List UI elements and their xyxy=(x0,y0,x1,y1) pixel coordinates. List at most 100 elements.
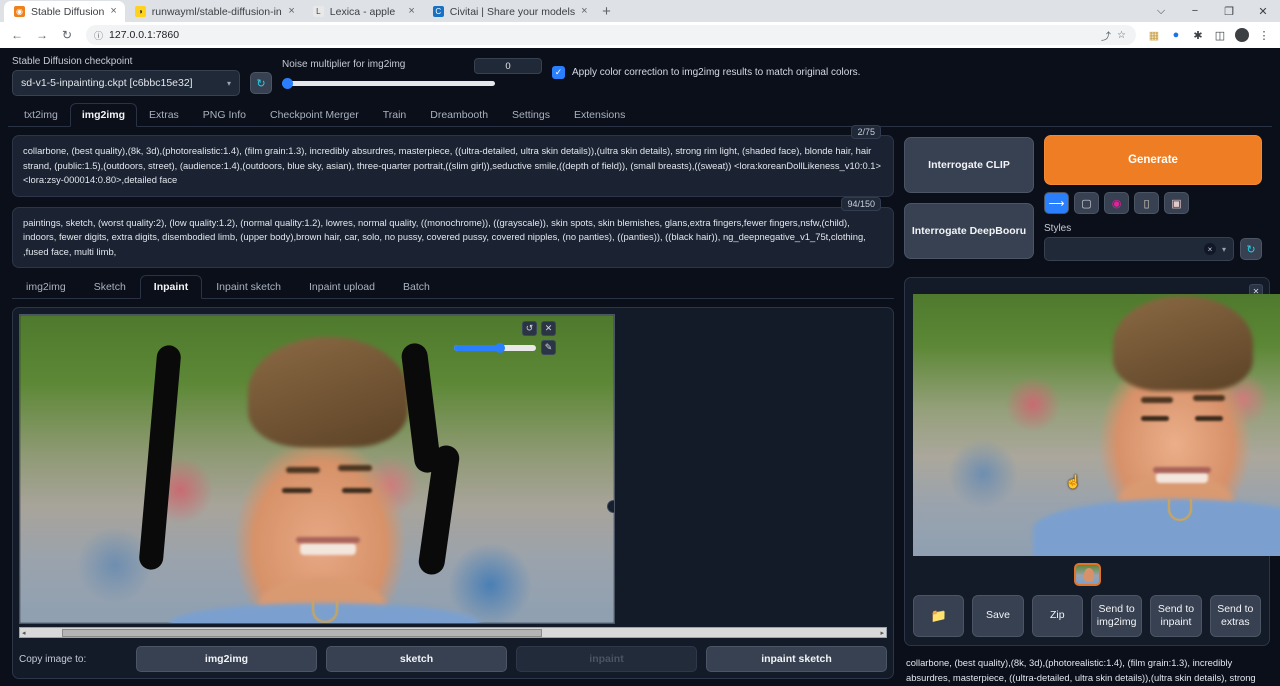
sidepanel-icon[interactable]: ◫ xyxy=(1210,25,1230,45)
scrollbar-thumb[interactable] xyxy=(62,629,542,637)
subtab-batch[interactable]: Batch xyxy=(389,275,444,299)
scroll-left-icon[interactable]: ◂ xyxy=(22,629,26,637)
prompt-tool-icons: ⟶ ▢ ◉ ▯ ▣ xyxy=(1044,192,1262,214)
noise-multiplier-label: Noise multiplier for img2img xyxy=(282,59,405,70)
scroll-right-icon[interactable]: ▸ xyxy=(880,629,884,637)
subtab-img2img[interactable]: img2img xyxy=(12,275,80,299)
clipboard-icon[interactable]: ▯ xyxy=(1134,192,1159,214)
color-correction-checkbox[interactable]: ✓ xyxy=(552,66,565,79)
tab-extensions[interactable]: Extensions xyxy=(562,103,637,127)
result-thumbnail[interactable] xyxy=(1074,563,1101,586)
result-prompt-text: collarbone, (best quality),(8k, 3d),(pho… xyxy=(904,655,1270,686)
tab-checkpoint-merger[interactable]: Checkpoint Merger xyxy=(258,103,371,127)
styles-select[interactable]: × ▾ xyxy=(1044,237,1234,261)
tab-settings[interactable]: Settings xyxy=(500,103,562,127)
close-window-button[interactable]: ✕ xyxy=(1246,5,1280,18)
clear-styles-icon[interactable]: × xyxy=(1204,243,1216,255)
save-style-icon[interactable]: ▣ xyxy=(1164,192,1189,214)
copy-image-to-label: Copy image to: xyxy=(19,654,127,665)
paste-arrow-icon[interactable]: ⟶ xyxy=(1044,192,1069,214)
canvas-horizontal-scrollbar[interactable]: ◂ ▸ xyxy=(19,627,887,638)
share-icon[interactable]: ⤴ xyxy=(1099,28,1113,43)
chevron-down-icon[interactable]: ▾ xyxy=(227,79,231,88)
negative-prompt-box[interactable]: 94/150 paintings, sketch, (worst quality… xyxy=(12,207,894,269)
media-icon[interactable]: ▦ xyxy=(1144,25,1164,45)
undo-icon[interactable]: ↺ xyxy=(522,321,537,336)
lexica-favicon: L xyxy=(313,6,324,17)
send-to-inpaint-button[interactable]: Send to inpaint xyxy=(1150,595,1201,637)
inpaint-canvas-panel: ↺ ✕ ✎ ◂ ▸ xyxy=(12,307,894,679)
subtab-inpaint-upload[interactable]: Inpaint upload xyxy=(295,275,389,299)
minimize-button[interactable]: − xyxy=(1178,5,1212,17)
maximize-button[interactable]: ❐ xyxy=(1212,5,1246,18)
profile-sync-icon[interactable]: ● xyxy=(1166,25,1186,45)
new-tab-button[interactable]: + xyxy=(596,1,618,22)
copy-to-sketch-button[interactable]: sketch xyxy=(326,646,507,672)
subtab-sketch[interactable]: Sketch xyxy=(80,275,140,299)
browser-toolbar: ← → ↻ ⓘ 127.0.0.1:7860 ⤴ ☆ ▦ ● ✱ ◫ ⋮ xyxy=(0,22,1280,48)
color-correction-checkbox-row[interactable]: ✓ Apply color correction to img2img resu… xyxy=(552,56,860,80)
tab-dreambooth[interactable]: Dreambooth xyxy=(418,103,500,127)
tab-title: Stable Diffusion xyxy=(31,6,104,18)
negative-prompt-input[interactable]: paintings, sketch, (worst quality:2), (l… xyxy=(23,216,883,260)
refresh-styles-button[interactable]: ↻ xyxy=(1240,238,1262,260)
avatar[interactable] xyxy=(1232,25,1252,45)
browser-tab-civitai[interactable]: C Civitai | Share your models × xyxy=(423,1,596,22)
open-folder-button[interactable]: 📁 xyxy=(913,595,964,637)
bookmark-star-icon[interactable]: ☆ xyxy=(1115,30,1128,41)
refresh-checkpoints-button[interactable]: ↻ xyxy=(250,72,272,94)
send-to-img2img-button[interactable]: Send to img2img xyxy=(1091,595,1142,637)
brush-size-slider[interactable] xyxy=(454,345,536,351)
noise-multiplier-slider[interactable] xyxy=(282,81,495,86)
clear-canvas-icon[interactable]: ✕ xyxy=(541,321,556,336)
result-image[interactable]: ☝ xyxy=(913,294,1280,556)
close-icon[interactable]: × xyxy=(408,6,414,17)
checkpoint-select[interactable]: sd-v1-5-inpainting.ckpt [c6bbc15e32] ▾ xyxy=(12,70,240,96)
chevron-down-icon[interactable]: ▾ xyxy=(1222,245,1226,254)
back-icon[interactable]: ← xyxy=(6,24,28,46)
forward-icon[interactable]: → xyxy=(31,24,53,46)
noise-multiplier-value[interactable]: 0 xyxy=(474,58,542,74)
browser-tab-stable-diffusion[interactable]: ◉ Stable Diffusion × xyxy=(4,1,125,22)
zip-button[interactable]: Zip xyxy=(1032,595,1083,637)
reload-icon[interactable]: ↻ xyxy=(56,24,78,46)
inpaint-canvas[interactable]: ↺ ✕ ✎ xyxy=(19,314,615,624)
tab-search-icon[interactable]: ⌵ xyxy=(1144,5,1178,18)
positive-prompt-box[interactable]: 2/75 collarbone, (best quality),(8k, 3d)… xyxy=(12,135,894,197)
address-bar[interactable]: ⓘ 127.0.0.1:7860 ⤴ ☆ xyxy=(86,25,1136,45)
tab-png-info[interactable]: PNG Info xyxy=(191,103,258,127)
chrome-menu-icon[interactable]: ⋮ xyxy=(1254,25,1274,45)
copy-to-inpaint-button: inpaint xyxy=(516,646,697,672)
brush-icon[interactable]: ✎ xyxy=(541,340,556,355)
subtab-inpaint-sketch[interactable]: Inpaint sketch xyxy=(202,275,295,299)
extra-networks-icon[interactable]: ◉ xyxy=(1104,192,1129,214)
extensions-icon[interactable]: ✱ xyxy=(1188,25,1208,45)
negative-token-counter: 94/150 xyxy=(841,197,881,211)
noise-multiplier-field: Noise multiplier for img2img 0 xyxy=(282,56,542,86)
interrogate-deepbooru-button[interactable]: Interrogate DeepBooru xyxy=(904,203,1034,259)
subtab-inpaint[interactable]: Inpaint xyxy=(140,275,202,299)
browser-tab-runwayml[interactable]: ◑ runwayml/stable-diffusion-inpa × xyxy=(125,1,303,22)
slider-thumb[interactable] xyxy=(282,78,293,89)
brush-size-thumb[interactable] xyxy=(495,343,505,353)
close-icon[interactable]: × xyxy=(581,6,587,17)
tab-txt2img[interactable]: txt2img xyxy=(12,103,70,127)
copy-to-img2img-button[interactable]: img2img xyxy=(136,646,317,672)
tab-extras[interactable]: Extras xyxy=(137,103,191,127)
close-icon[interactable]: × xyxy=(110,6,116,17)
trash-icon[interactable]: ▢ xyxy=(1074,192,1099,214)
generate-button[interactable]: Generate xyxy=(1044,135,1262,185)
save-button[interactable]: Save xyxy=(972,595,1023,637)
tab-img2img[interactable]: img2img xyxy=(70,103,137,127)
send-to-extras-button[interactable]: Send to extras xyxy=(1210,595,1261,637)
window-controls: ⌵ − ❐ ✕ xyxy=(1144,0,1280,22)
browser-tab-lexica[interactable]: L Lexica - apple × xyxy=(303,1,423,22)
interrogate-clip-button[interactable]: Interrogate CLIP xyxy=(904,137,1034,193)
positive-prompt-input[interactable]: collarbone, (best quality),(8k, 3d),(pho… xyxy=(23,144,883,188)
stable-diffusion-webui: Stable Diffusion checkpoint sd-v1-5-inpa… xyxy=(0,48,1280,686)
copy-to-inpaint-sketch-button[interactable]: inpaint sketch xyxy=(706,646,887,672)
tab-train[interactable]: Train xyxy=(371,103,419,127)
img2img-sub-tab-bar: img2img Sketch Inpaint Inpaint sketch In… xyxy=(12,274,894,299)
close-icon[interactable]: × xyxy=(288,6,294,17)
site-info-icon[interactable]: ⓘ xyxy=(94,29,103,42)
